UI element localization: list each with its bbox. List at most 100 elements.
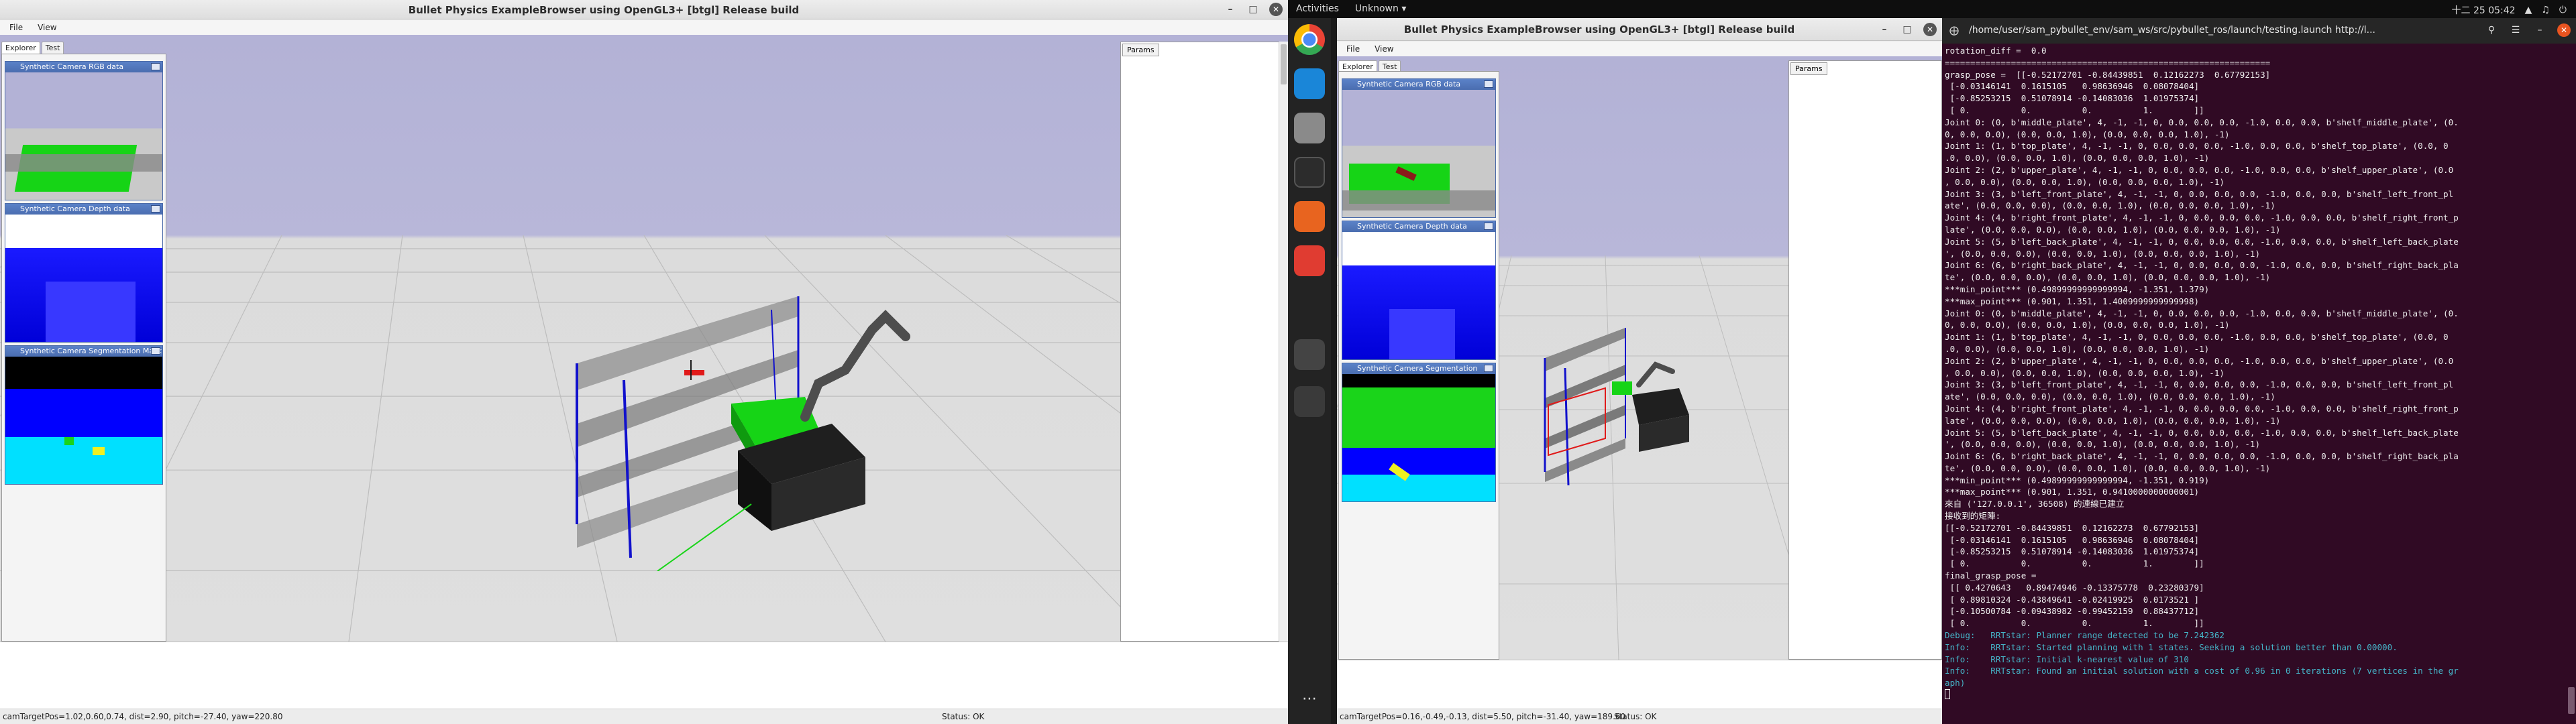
menu-file[interactable]: File [1346,44,1360,54]
terminal-line: ', (0.0, 0.0, 0.0), (0.0, 0.0, 1.0), (0.… [1945,439,2261,450]
search-icon[interactable]: ⚲ [2485,23,2498,37]
window-title: Bullet Physics ExampleBrowser using Open… [408,4,800,16]
chrome-icon[interactable] [1294,24,1325,55]
running-app-icon[interactable] [1294,339,1325,370]
collapse-icon[interactable] [1484,223,1493,230]
minimize-button[interactable]: – [2533,23,2546,37]
close-button[interactable]: ✕ [1269,3,1283,16]
close-button[interactable]: ✕ [1923,23,1937,36]
camera-rgb-image [5,72,162,200]
terminal-window[interactable]: ⨁ /home/user/sam_pybullet_env/sam_ws/src… [1942,18,2576,724]
terminal-line: [-0.85253215 0.51078914 -0.14083036 1.01… [1945,93,2200,104]
terminal-cursor [1945,689,1950,700]
terminal-log-line: aph) [1945,678,1966,688]
status-ok: Status: OK [1614,712,1657,721]
terminal-line: ', (0.0, 0.0, 0.0), (0.0, 0.0, 1.0), (0.… [1945,248,2261,259]
system-top-bar: Activities Unknown ▾ 十二 25 05:42 ▲ ♫ ⏻ [1288,0,2576,18]
terminal-line: 來自 ('127.0.0.1', 36508) 的連線已建立 [1945,499,2125,509]
bullet-window-left: Bullet Physics ExampleBrowser using Open… [0,0,1288,724]
collapse-icon[interactable] [1484,365,1493,372]
volume-icon[interactable]: ♫ [2541,5,2550,15]
3d-viewport[interactable]: Explorer Test Synthetic Camera RGB data … [0,35,1288,642]
menu-view[interactable]: View [38,23,56,32]
activities-button[interactable]: Activities [1296,3,1339,14]
minimize-button[interactable]: – [1878,23,1891,36]
camera-depth-title: Synthetic Camera Depth data [20,204,130,213]
terminal-line: Joint 2: (2, b'upper_plate', 4, -1, -1, … [1945,164,2454,175]
tab-test[interactable]: Test [41,42,64,54]
terminal-line: ate', (0.0, 0.0, 0.0), (0.0, 0.0, 1.0), … [1945,200,2275,211]
explorer-panel: Synthetic Camera RGB data Synthetic Came… [1338,71,1499,660]
maximize-button[interactable]: □ [1900,23,1914,36]
app-store-icon[interactable] [1294,201,1325,232]
terminal-line: , 0.0, 0.0), (0.0, 0.0, 1.0), (0.0, 0.0,… [1945,176,2225,187]
menu-view[interactable]: View [1375,44,1393,54]
params-scrollbar[interactable] [1279,42,1288,642]
terminal-line: [[-0.52172701 -0.84439851 0.12162273 0.6… [1945,522,2200,533]
params-panel: Params [1788,60,1942,660]
terminal-line: Joint 1: (1, b'top_plate', 4, -1, -1, 0,… [1945,141,2449,152]
maximize-button[interactable]: □ [1246,3,1260,16]
3d-viewport[interactable]: Explorer Test Synthetic Camera RGB data … [1337,56,1942,660]
terminal-line: [-0.10500784 -0.09438982 -0.99452159 0.8… [1945,606,2200,617]
terminal-icon[interactable] [1294,157,1325,188]
workspace-menu[interactable]: Unknown ▾ [1355,3,1406,14]
network-icon[interactable]: ▲ [2525,5,2532,15]
terminal-line: rotation_diff = 0.0 [1945,46,2047,56]
terminal-line: [ 0. 0. 0. 1. ]] [1945,105,2204,115]
camera-depth-image [5,215,162,342]
camera-status: camTargetPos=1.02,0.60,0.74, dist=2.90, … [3,712,283,721]
terminal-line: [-0.85253215 0.51078914 -0.14083036 1.01… [1945,546,2200,557]
close-button[interactable]: ✕ [2557,23,2571,37]
new-tab-icon[interactable]: ⨁ [1947,24,1961,38]
collapse-icon[interactable] [151,347,160,355]
terminal-line: te', (0.0, 0.0, 0.0), (0.0, 0.0, 1.0), (… [1945,463,2271,473]
terminal-log-line: Debug: RRTstar: Planner range detected t… [1945,630,2225,641]
terminal-line: [ 0.89810324 -0.43849641 -0.02419925 0.0… [1945,594,2200,605]
robot-shelf-scene [1544,328,1689,485]
terminal-line: ***min_point*** (0.49899999999999994, -1… [1945,284,2210,294]
terminal-line: Joint 5: (5, b'left_back_plate', 4, -1, … [1945,427,2459,438]
show-apps-icon[interactable]: ⋯ [1294,684,1325,715]
collapse-icon[interactable] [1484,80,1493,88]
terminal-output[interactable]: rotation_diff = 0.0 =====================… [1945,45,2565,724]
terminal-line: ========================================… [1945,57,2271,68]
camera-seg-title: Synthetic Camera Segmentation Mask [20,347,162,355]
terminal-line: [ 0. 0. 0. 1. ]] [1945,618,2204,629]
output-box[interactable] [0,642,1288,709]
camera-depth-window: Synthetic Camera Depth data [1342,221,1496,360]
vscode-icon[interactable] [1294,68,1325,99]
power-icon[interactable]: ⏻ [2559,5,2567,15]
dock: ⋯ [1288,18,1331,724]
camera-status: camTargetPos=0.16,-0.49,-0.13, dist=5.50… [1340,712,1626,721]
terminal-line: [[ 0.4270643 0.89474946 -0.13375778 0.23… [1945,582,2204,593]
camera-rgb-title: Synthetic Camera RGB data [20,62,124,71]
camera-seg-window: Synthetic Camera Segmentation Mask [5,345,163,485]
files-icon[interactable] [1294,113,1325,143]
terminal-scrollbar[interactable] [2567,44,2576,724]
collapse-icon[interactable] [151,63,160,70]
status-bar: camTargetPos=1.02,0.60,0.74, dist=2.90, … [0,709,1288,724]
tab-explorer[interactable]: Explorer [1,42,40,54]
camera-rgb-image [1342,90,1495,217]
camera-rgb-window: Synthetic Camera RGB data [5,61,163,200]
terminal-log-line: Info: RRTstar: Found an initial solution… [1945,666,2459,676]
tab-params[interactable]: Params [1122,44,1159,56]
terminal-line: [-0.03146141 0.1615105 0.98636946 0.0807… [1945,534,2200,545]
usb-drive-icon[interactable] [1294,386,1325,417]
collapse-icon[interactable] [151,205,160,213]
minimize-button[interactable]: – [1224,3,1237,16]
tab-params[interactable]: Params [1790,62,1827,75]
clock[interactable]: 十二 25 05:42 [2452,3,2516,17]
terminal-log-line: Info: RRTstar: Initial k-nearest value o… [1945,654,2189,664]
terminal-line: .0, 0.0), (0.0, 0.0, 1.0), (0.0, 0.0, 0.… [1945,153,2210,164]
hamburger-menu-icon[interactable]: ☰ [2509,23,2522,37]
git-icon[interactable] [1294,245,1325,276]
terminal-line: Joint 0: (0, b'middle_plate', 4, -1, -1,… [1945,308,2459,318]
terminal-line: 0, 0.0, 0.0), (0.0, 0.0, 1.0), (0.0, 0.0… [1945,320,2230,330]
terminal-line: ***max_point*** (0.901, 1.351, 0.9410000… [1945,487,2200,497]
menu-file[interactable]: File [9,23,23,32]
status-ok: Status: OK [942,712,985,721]
terminal-line: ate', (0.0, 0.0, 0.0), (0.0, 0.0, 1.0), … [1945,391,2275,402]
output-box[interactable] [1337,660,1942,709]
